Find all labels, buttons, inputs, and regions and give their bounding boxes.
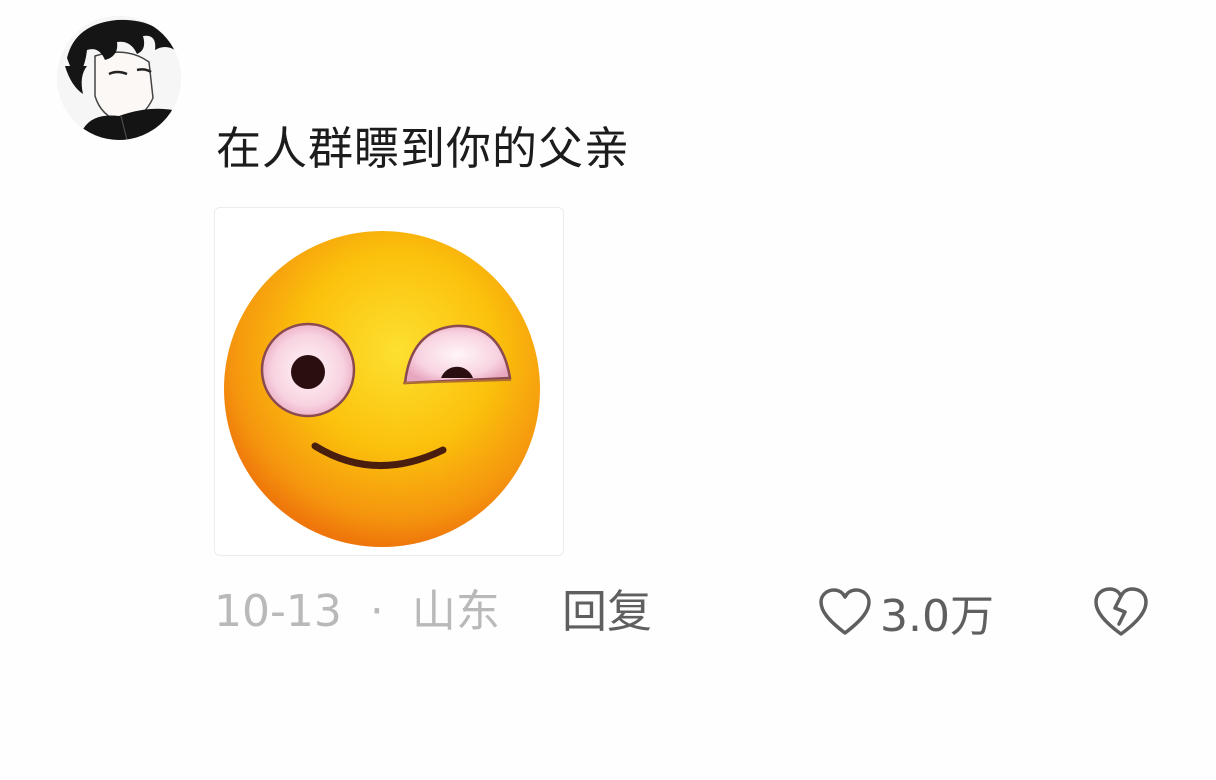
user-avatar[interactable]: [57, 16, 181, 140]
comment-meta: 10-13 · 山东: [214, 582, 500, 642]
comment-date: 10-13: [214, 586, 342, 637]
meta-separator: ·: [369, 586, 384, 637]
anime-avatar-image: [57, 16, 181, 140]
like-count: 3.0万: [880, 591, 994, 642]
comment-text: 在人群瞟到你的父亲: [216, 122, 631, 175]
broken-heart-icon: [1094, 587, 1148, 636]
sticker-image[interactable]: [214, 207, 564, 556]
like-button[interactable]: 3.0万: [818, 582, 994, 642]
side-eye-smile-emoji: [224, 231, 540, 547]
reply-button[interactable]: 回复: [562, 582, 652, 642]
comment-location: 山东: [411, 586, 500, 637]
heart-outline-icon: [819, 588, 871, 635]
dislike-button[interactable]: [1092, 584, 1150, 640]
